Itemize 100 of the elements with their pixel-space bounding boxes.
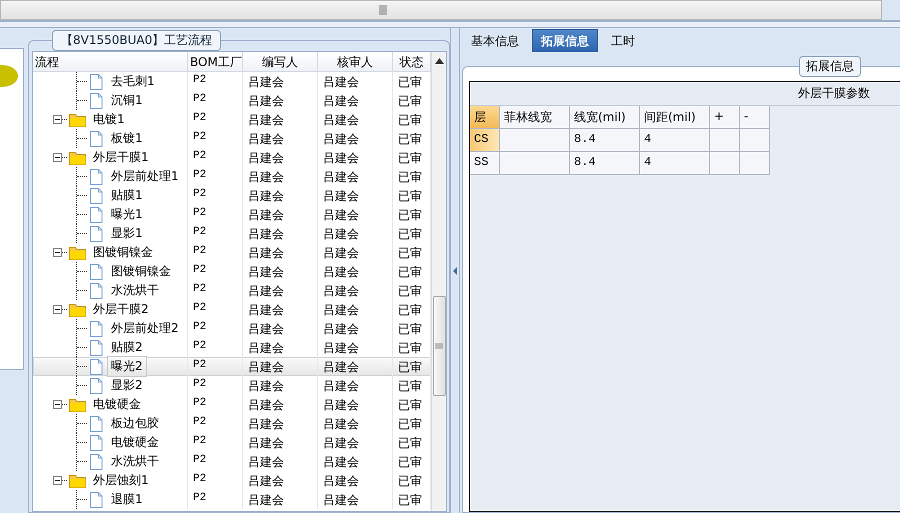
collapse-icon[interactable] [53,153,62,162]
table-cell: 吕建会 [243,110,318,129]
tab[interactable]: 拓展信息 [532,29,598,52]
tree-item[interactable]: 水洗烘干 [107,451,163,472]
row-header[interactable]: CS [470,129,500,152]
table-row[interactable]: 外层前处理2 P2 吕建会 吕建会 已审 [33,319,431,338]
collapse-icon[interactable] [53,476,62,485]
tree-item[interactable]: 水洗烘干 [107,280,163,301]
tree-item[interactable]: 外层干膜1 [89,147,153,168]
table-cell: P2 [188,452,243,471]
grip-icon[interactable] [379,5,387,15]
table-cell [500,152,570,175]
table-cell: 吕建会 [243,243,318,262]
tree-item[interactable]: 外层蚀刻1 [89,470,153,491]
table-cell [710,152,740,175]
tree-item[interactable]: 板镀1 [107,128,147,149]
table-row[interactable]: 曝光2 P2 吕建会 吕建会 已审 [33,357,431,376]
tree-item[interactable]: 贴膜2 [107,337,147,358]
table-row[interactable]: 电镀硬金 P2 吕建会 吕建会 已审 [33,395,431,414]
column-header[interactable]: 编写人 [243,52,318,71]
column-header[interactable]: BOM工厂 [188,52,243,71]
tree-item[interactable]: 沉铜1 [107,90,147,111]
tree-item[interactable]: 外层前处理1 [107,166,183,187]
document-icon [89,206,103,222]
table-row[interactable]: 水洗烘干 P2 吕建会 吕建会 已审 [33,452,431,471]
table-row[interactable]: 电镀硬金 P2 吕建会 吕建会 已审 [33,433,431,452]
collapse-icon[interactable] [53,248,62,257]
folder-icon [69,398,86,412]
tree-item[interactable]: 板边包胶 [107,413,163,434]
table-cell: 吕建会 [318,452,393,471]
column-header[interactable]: 线宽(mil) [570,106,640,129]
tab[interactable]: 基本信息 [462,29,528,52]
table-cell: P2 [188,148,243,167]
table-cell: 吕建会 [318,186,393,205]
table-cell: 吕建会 [318,414,393,433]
column-header[interactable]: 层 [470,106,500,129]
document-icon [89,92,103,108]
table-row[interactable]: 去毛刺1 P2 吕建会 吕建会 已审 [33,72,431,91]
tree-item[interactable]: 曝光1 [107,204,147,225]
table-row[interactable]: 退膜1 P2 吕建会 吕建会 已审 [33,490,431,509]
table-cell: 吕建会 [318,357,393,376]
collapse-icon[interactable] [53,305,62,314]
column-header[interactable]: + [710,106,740,129]
group-title: 【8V1550BUA0】工艺流程 [52,30,222,51]
table-row[interactable]: 外层蚀刻1 P2 吕建会 吕建会 已审 [33,471,431,490]
table-row[interactable]: 外层前处理1 P2 吕建会 吕建会 已审 [33,167,431,186]
table-row[interactable]: 显影2 P2 吕建会 吕建会 已审 [33,376,431,395]
table-cell: P2 [188,300,243,319]
grip-icon [435,343,443,349]
tree-item[interactable]: 图镀铜镍金 [107,261,175,282]
table-row[interactable]: 贴膜1 P2 吕建会 吕建会 已审 [33,186,431,205]
tree-item[interactable]: 外层前处理2 [107,318,183,339]
table-cell: 吕建会 [243,471,318,490]
table-cell: 吕建会 [318,224,393,243]
column-header[interactable]: 流程 [33,52,188,71]
column-header[interactable]: 间距(mil) [640,106,710,129]
scroll-up-icon[interactable] [434,58,444,64]
document-icon [89,434,103,450]
table-row[interactable]: 板镀1 P2 吕建会 吕建会 已审 [33,129,431,148]
table-cell: 吕建会 [243,452,318,471]
tree-item[interactable]: 电镀硬金 [107,432,163,453]
table-cell: 吕建会 [243,281,318,300]
collapse-arrow-icon[interactable] [453,266,457,274]
scrollbar[interactable] [431,52,446,511]
document-icon [89,168,103,184]
tree-item[interactable]: 外层干膜2 [89,299,153,320]
table-cell: P2 [188,91,243,110]
tab[interactable]: 工时 [602,29,644,52]
collapse-icon[interactable] [53,400,62,409]
row-header[interactable]: SS [470,152,500,175]
tree-item[interactable]: 电镀硬金 [89,394,145,415]
column-header[interactable]: 核审人 [318,52,393,71]
table-row[interactable]: 水洗烘干 P2 吕建会 吕建会 已审 [33,281,431,300]
table-cell: P2 [188,72,243,91]
column-header[interactable]: - [740,106,770,129]
table-row[interactable]: 外层干膜2 P2 吕建会 吕建会 已审 [33,300,431,319]
tree-item[interactable]: 显影1 [107,223,147,244]
tree-item[interactable]: 退膜1 [107,489,147,510]
tree-item[interactable]: 图镀铜镍金 [89,242,157,263]
document-icon [89,130,103,146]
tree-item[interactable]: 去毛刺1 [107,71,159,92]
table-row[interactable]: 外层干膜1 P2 吕建会 吕建会 已审 [33,148,431,167]
table-row[interactable]: 沉铜1 P2 吕建会 吕建会 已审 [33,91,431,110]
table-row[interactable]: 图镀铜镍金 P2 吕建会 吕建会 已审 [33,262,431,281]
tree-item[interactable]: 显影2 [107,375,147,396]
table-cell: 吕建会 [243,262,318,281]
table-cell: P2 [188,262,243,281]
table-cell [500,129,570,152]
tree-item[interactable]: 贴膜1 [107,185,147,206]
tree-item[interactable]: 电镀1 [89,109,129,130]
column-header[interactable]: 菲林线宽 [500,106,570,129]
table-cell [740,129,770,152]
table-row[interactable]: 板边包胶 P2 吕建会 吕建会 已审 [33,414,431,433]
table-row[interactable]: 显影1 P2 吕建会 吕建会 已审 [33,224,431,243]
document-icon [89,264,103,280]
table-row[interactable]: 电镀1 P2 吕建会 吕建会 已审 [33,110,431,129]
table-row[interactable]: 曝光1 P2 吕建会 吕建会 已审 [33,205,431,224]
collapse-icon[interactable] [53,115,62,124]
tree-item[interactable]: 曝光2 [107,356,147,377]
table-row[interactable]: 图镀铜镍金 P2 吕建会 吕建会 已审 [33,243,431,262]
